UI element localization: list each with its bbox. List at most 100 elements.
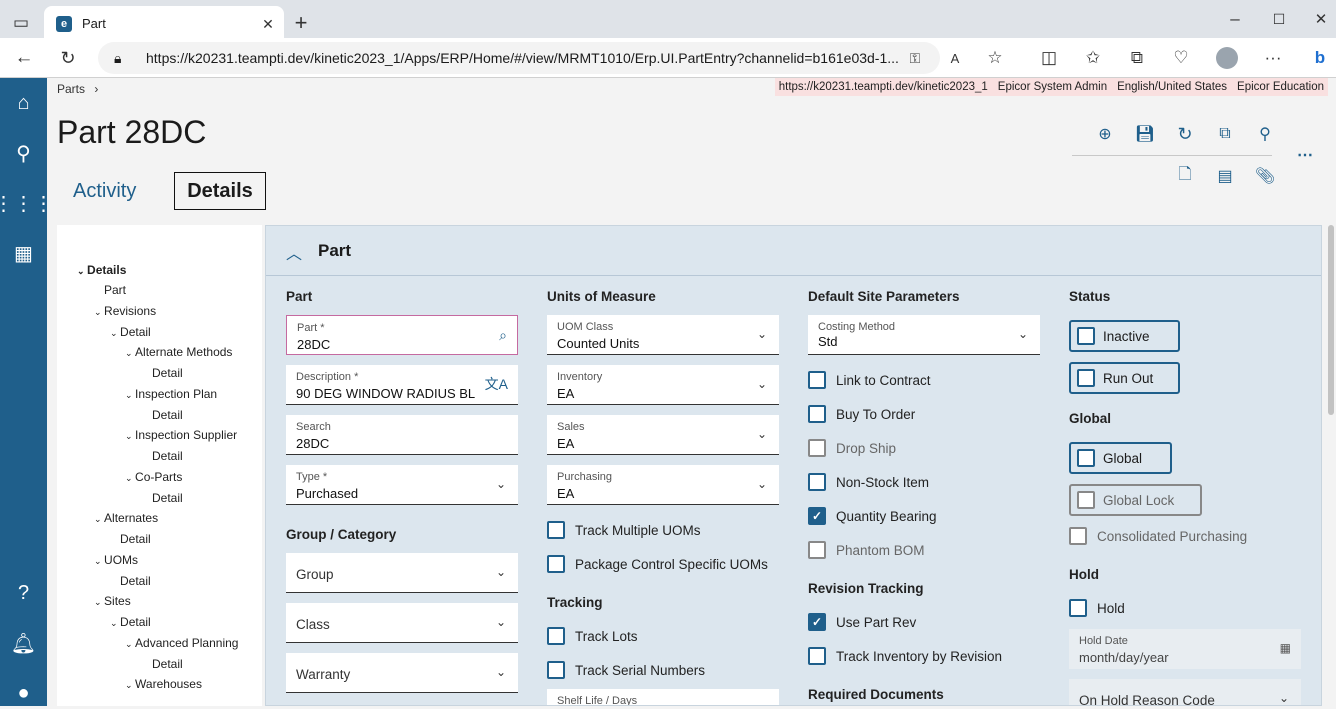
use-part-rev-checkbox[interactable]: ✓ Use Part Rev [808, 612, 916, 632]
attachment-icon[interactable]: 📎︎ [1254, 165, 1276, 187]
tree-item-detail[interactable]: Detail [120, 574, 151, 588]
key-icon[interactable]: ⚿ [904, 47, 926, 69]
browser-essentials-icon[interactable]: ♡ [1170, 47, 1192, 69]
checkbox-box[interactable] [1077, 449, 1095, 467]
close-tab-icon[interactable]: ✕ [258, 14, 278, 34]
description-field[interactable]: Description * 90 DEG WINDOW RADIUS BL...… [286, 365, 518, 405]
notifications-bell-icon[interactable]: 🔔︎ [0, 627, 47, 659]
tree-item-warehouses[interactable]: ⌄ Warehouses [125, 677, 202, 691]
overflow-menu-icon[interactable]: ⋯ [1294, 144, 1316, 166]
save-icon[interactable]: 💾︎ [1134, 123, 1156, 145]
track-inventory-by-revision-checkbox[interactable]: Track Inventory by Revision [808, 646, 1002, 666]
breadcrumb[interactable]: Parts › [57, 82, 98, 96]
window-close-icon[interactable]: ✕ [1310, 8, 1332, 30]
costing-method-select[interactable]: Costing Method Std ⌄ [808, 315, 1040, 355]
user-account-icon[interactable]: ● [0, 677, 47, 709]
tab-activity[interactable]: Activity [73, 180, 136, 203]
checkbox-box[interactable] [808, 405, 826, 423]
hold-checkbox[interactable]: Hold [1069, 598, 1125, 618]
new-tab-icon[interactable]: + [290, 10, 312, 35]
dashboard-icon[interactable]: ▦ [0, 237, 47, 269]
tree-item-detail[interactable]: Detail [152, 408, 183, 422]
collections-icon[interactable]: ⧉ [1126, 47, 1148, 69]
tree-item-sites[interactable]: ⌄ Sites [94, 594, 131, 608]
purchasing-uom-select[interactable]: Purchasing EA ⌄ [547, 465, 779, 505]
sales-uom-select[interactable]: Sales EA ⌄ [547, 415, 779, 455]
package-control-uoms-checkbox[interactable]: Package Control Specific UOMs [547, 554, 768, 574]
document-icon[interactable]: 🗋︎ [1174, 165, 1196, 187]
tree-item-inspection-plan[interactable]: ⌄ Inspection Plan [125, 387, 217, 401]
checkmark-icon[interactable]: ✓ [808, 507, 826, 525]
favorites-icon[interactable]: ✩ [1082, 47, 1104, 69]
panel-header[interactable]: ︿ Part [266, 226, 1321, 276]
refresh-data-icon[interactable]: ↻ [1174, 123, 1196, 145]
warranty-select[interactable]: Warranty ⌄ [286, 653, 518, 693]
tree-item-detail[interactable]: Detail [120, 532, 151, 546]
tree-item-detail[interactable]: Detail [152, 449, 183, 463]
tree-item-advanced-planning[interactable]: ⌄ Advanced Planning [125, 636, 238, 650]
checkbox-box[interactable] [808, 371, 826, 389]
minimize-icon[interactable]: – [1224, 8, 1246, 30]
checkmark-icon[interactable]: ✓ [808, 613, 826, 631]
tree-item-revision-detail[interactable]: ⌄ Detail [110, 325, 151, 339]
tree-item-alternates[interactable]: ⌄ Alternates [94, 511, 158, 525]
track-multiple-uoms-checkbox[interactable]: Track Multiple UOMs [547, 520, 701, 540]
checkbox-box[interactable] [1077, 369, 1095, 387]
part-search-icon[interactable]: ⌕ [499, 327, 507, 344]
link-to-contract-checkbox[interactable]: Link to Contract [808, 370, 931, 390]
part-number-field[interactable]: Part * 28DC ⌕ [286, 315, 518, 355]
checkbox-box[interactable] [547, 627, 565, 645]
help-icon[interactable]: ? [0, 577, 47, 609]
collapse-chevron-icon[interactable]: ︿ [286, 240, 302, 264]
breadcrumb-parts[interactable]: Parts [57, 82, 85, 96]
tree-item-alternate-methods[interactable]: ⌄ Alternate Methods [125, 345, 232, 359]
profile-avatar[interactable] [1216, 47, 1238, 69]
tree-item-detail[interactable]: Detail [152, 491, 183, 505]
tree-item-detail[interactable]: Detail [152, 657, 183, 671]
track-lots-checkbox[interactable]: Track Lots [547, 626, 638, 646]
buy-to-order-checkbox[interactable]: Buy To Order [808, 404, 915, 424]
maximize-icon[interactable]: ☐ [1268, 8, 1290, 30]
tree-item-uoms[interactable]: ⌄ UOMs [94, 553, 138, 567]
tree-item-part[interactable]: Part [104, 283, 126, 297]
checkbox-box[interactable] [1077, 327, 1095, 345]
checkbox-box[interactable] [547, 661, 565, 679]
read-aloud-icon[interactable]: A [944, 47, 966, 69]
checkbox-box[interactable] [808, 647, 826, 665]
translate-icon[interactable]: 文A [485, 374, 508, 394]
group-select[interactable]: Group ⌄ [286, 553, 518, 593]
panel-card-icon[interactable]: ▤ [1214, 165, 1236, 187]
quantity-bearing-checkbox[interactable]: ✓ Quantity Bearing [808, 506, 937, 526]
non-stock-item-checkbox[interactable]: Non-Stock Item [808, 472, 929, 492]
tab-actions-icon[interactable]: ▭ [10, 12, 32, 34]
track-serial-numbers-checkbox[interactable]: Track Serial Numbers [547, 660, 705, 680]
favorite-star-icon[interactable]: ☆ [984, 47, 1006, 69]
inventory-uom-select[interactable]: Inventory EA ⌄ [547, 365, 779, 405]
home-icon[interactable]: ⌂ [0, 87, 47, 119]
search-record-icon[interactable]: ⚲ [1254, 123, 1276, 145]
checkbox-box[interactable] [547, 555, 565, 573]
url-field[interactable]: 🔒︎ https://k20231.teampti.dev/kinetic202… [98, 42, 940, 74]
checkbox-box[interactable] [808, 473, 826, 491]
tree-item-site-detail[interactable]: ⌄ Detail [110, 615, 151, 629]
search-word-field[interactable]: Search 28DC [286, 415, 518, 455]
shelf-life-field[interactable]: Shelf Life / Days [547, 689, 779, 705]
split-screen-icon[interactable]: ◫ [1038, 47, 1060, 69]
copy-icon[interactable]: ⧉ [1214, 123, 1236, 145]
global-toggle[interactable]: Global [1069, 442, 1172, 474]
class-select[interactable]: Class ⌄ [286, 603, 518, 643]
tree-item-revisions[interactable]: ⌄ Revisions [94, 304, 156, 318]
uom-class-select[interactable]: UOM Class Counted Units ⌄ [547, 315, 779, 355]
checkbox-box[interactable] [1069, 599, 1087, 617]
more-options-icon[interactable]: ··· [1262, 47, 1284, 69]
type-select[interactable]: Type * Purchased ⌄ [286, 465, 518, 505]
run-out-toggle[interactable]: Run Out [1069, 362, 1180, 394]
refresh-icon[interactable]: ↻ [56, 47, 80, 69]
tree-item-inspection-supplier[interactable]: ⌄ Inspection Supplier [125, 428, 237, 442]
copilot-icon[interactable]: b [1308, 45, 1332, 71]
checkbox-box[interactable] [547, 521, 565, 539]
inactive-toggle[interactable]: Inactive [1069, 320, 1180, 352]
scrollbar[interactable] [1328, 225, 1334, 415]
back-icon[interactable]: ← [12, 47, 36, 69]
tree-item-co-parts[interactable]: ⌄ Co-Parts [125, 470, 182, 484]
